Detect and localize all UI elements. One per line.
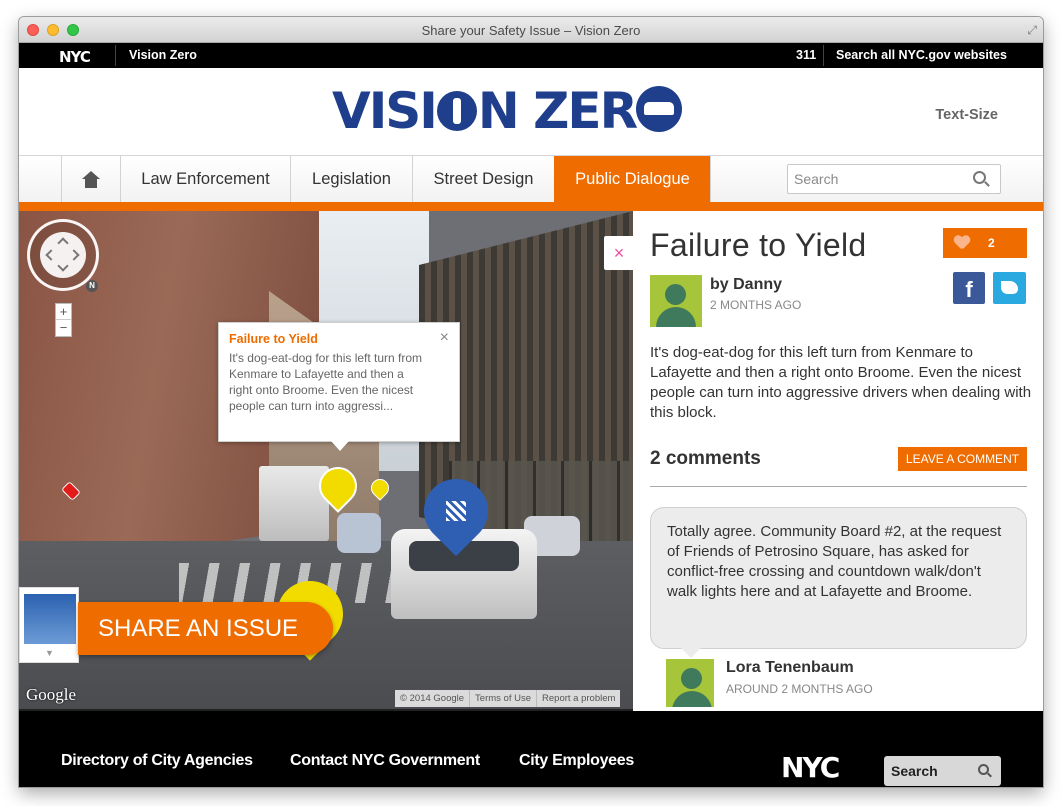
map-attribution: © 2014 Google Terms of Use Report a prob… xyxy=(395,690,621,707)
main-content: N + − Failure to Yield It's dog-eat-dog … xyxy=(19,211,1043,711)
pedestrian-icon xyxy=(436,91,477,131)
site-footer: Directory of City Agencies Contact NYC G… xyxy=(19,711,1043,787)
vision-zero-logo[interactable]: VISI N ZER xyxy=(332,86,683,136)
issue-timestamp: 2 MONTHS AGO xyxy=(710,298,802,312)
search-input[interactable] xyxy=(788,165,958,193)
site-header: VISI N ZER Text-Size xyxy=(19,68,1043,156)
logo-text-mid: N ZER xyxy=(477,82,638,140)
copyright-text: © 2014 Google xyxy=(400,693,465,704)
main-nav: Law Enforcement Legislation Street Desig… xyxy=(19,156,1043,202)
search-icon[interactable] xyxy=(978,764,989,775)
comments-count: 2 comments xyxy=(650,448,761,469)
text-size-control[interactable]: Text-Size xyxy=(935,107,998,123)
nav-divider xyxy=(710,156,711,202)
pan-up-icon[interactable] xyxy=(57,237,69,249)
issue-panel: Failure to Yield 2 f by Danny 2 MONTHS A… xyxy=(633,211,1043,711)
divider xyxy=(115,45,116,66)
window-title: Share your Safety Issue – Vision Zero xyxy=(421,23,641,38)
nyc-footer-logo[interactable]: NYC xyxy=(781,751,840,784)
issue-author: by Danny xyxy=(710,276,783,293)
nav-public-dialogue[interactable]: Public Dialogue xyxy=(554,156,710,202)
window-titlebar: Share your Safety Issue – Vision Zero ⤢ xyxy=(19,17,1043,43)
footer-link-employees[interactable]: City Employees xyxy=(519,752,634,770)
heart-icon xyxy=(954,236,970,250)
street-truck xyxy=(259,466,329,541)
nav-law-enforcement[interactable]: Law Enforcement xyxy=(120,156,290,202)
car-icon xyxy=(636,86,683,132)
comment-timestamp: AROUND 2 MONTHS AGO xyxy=(726,682,873,696)
share-issue-button[interactable]: SHARE AN ISSUE xyxy=(78,602,333,655)
fullscreen-icon[interactable]: ⤢ xyxy=(1027,23,1037,38)
footer-link-contact[interactable]: Contact NYC Government xyxy=(290,752,480,770)
pan-right-icon[interactable] xyxy=(68,249,80,261)
avatar xyxy=(666,659,714,707)
issue-description: It's dog-eat-dog for this left turn from… xyxy=(650,344,1032,421)
google-logo: Google xyxy=(26,685,77,704)
footer-link-directory[interactable]: Directory of City Agencies xyxy=(61,752,253,770)
compass-control[interactable]: N xyxy=(27,219,99,292)
divider xyxy=(823,45,824,66)
pan-control[interactable] xyxy=(40,232,86,278)
nyc-logo[interactable]: NYC xyxy=(59,48,91,66)
home-icon xyxy=(82,170,100,188)
report-problem-link[interactable]: Report a problem xyxy=(536,690,620,707)
nav-accent-rule xyxy=(19,202,1043,211)
site-search xyxy=(787,164,1001,194)
311-link[interactable]: 311 xyxy=(796,48,816,62)
like-count: 2 xyxy=(988,236,995,250)
north-indicator: N xyxy=(86,280,98,292)
callout-body: It's dog-eat-dog for this left turn from… xyxy=(229,351,423,413)
zoom-in-button[interactable]: + xyxy=(56,304,71,320)
nav-home[interactable] xyxy=(61,156,120,202)
leave-comment-button[interactable]: LEAVE A COMMENT xyxy=(898,447,1027,471)
share-thumbnail[interactable]: ▼ xyxy=(19,587,79,663)
facebook-share-icon[interactable]: f xyxy=(953,272,985,304)
nyc-top-bar: NYC Vision Zero 311 Search all NYC.gov w… xyxy=(19,43,1043,68)
callout-title[interactable]: Failure to Yield xyxy=(229,332,449,346)
browser-window: Share your Safety Issue – Vision Zero ⤢ … xyxy=(19,17,1043,787)
nav-street-design[interactable]: Street Design xyxy=(412,156,554,202)
close-icon[interactable]: × xyxy=(440,330,449,346)
pan-left-icon[interactable] xyxy=(45,249,57,261)
like-button[interactable]: 2 xyxy=(943,228,1027,258)
footer-search xyxy=(884,756,1001,786)
street-view-map[interactable]: N + − Failure to Yield It's dog-eat-dog … xyxy=(19,211,633,711)
thumbnail-image xyxy=(24,594,76,644)
search-all-link[interactable]: Search all NYC.gov websites xyxy=(836,48,1007,62)
comment-bubble: Totally agree. Community Board #2, at th… xyxy=(650,507,1027,658)
street-car xyxy=(337,513,381,553)
divider xyxy=(650,486,1027,487)
issue-title: Failure to Yield xyxy=(650,227,867,263)
comment-author: Lora Tenenbaum xyxy=(726,659,854,676)
vision-zero-link[interactable]: Vision Zero xyxy=(129,48,197,62)
terms-link[interactable]: Terms of Use xyxy=(469,690,536,707)
pan-down-icon[interactable] xyxy=(57,260,69,272)
zoom-control: + − xyxy=(55,303,72,337)
search-icon[interactable] xyxy=(973,171,986,184)
issue-callout: Failure to Yield It's dog-eat-dog for th… xyxy=(218,322,460,451)
twitter-share-icon[interactable] xyxy=(993,272,1026,304)
avatar xyxy=(650,275,702,327)
chevron-down-icon[interactable]: ▼ xyxy=(45,648,54,658)
footer-search-input[interactable] xyxy=(884,756,969,786)
nav-legislation[interactable]: Legislation xyxy=(290,156,412,202)
logo-text-left: VISI xyxy=(332,82,438,140)
close-panel-button[interactable]: × xyxy=(604,236,634,270)
zoom-out-button[interactable]: − xyxy=(56,320,71,336)
